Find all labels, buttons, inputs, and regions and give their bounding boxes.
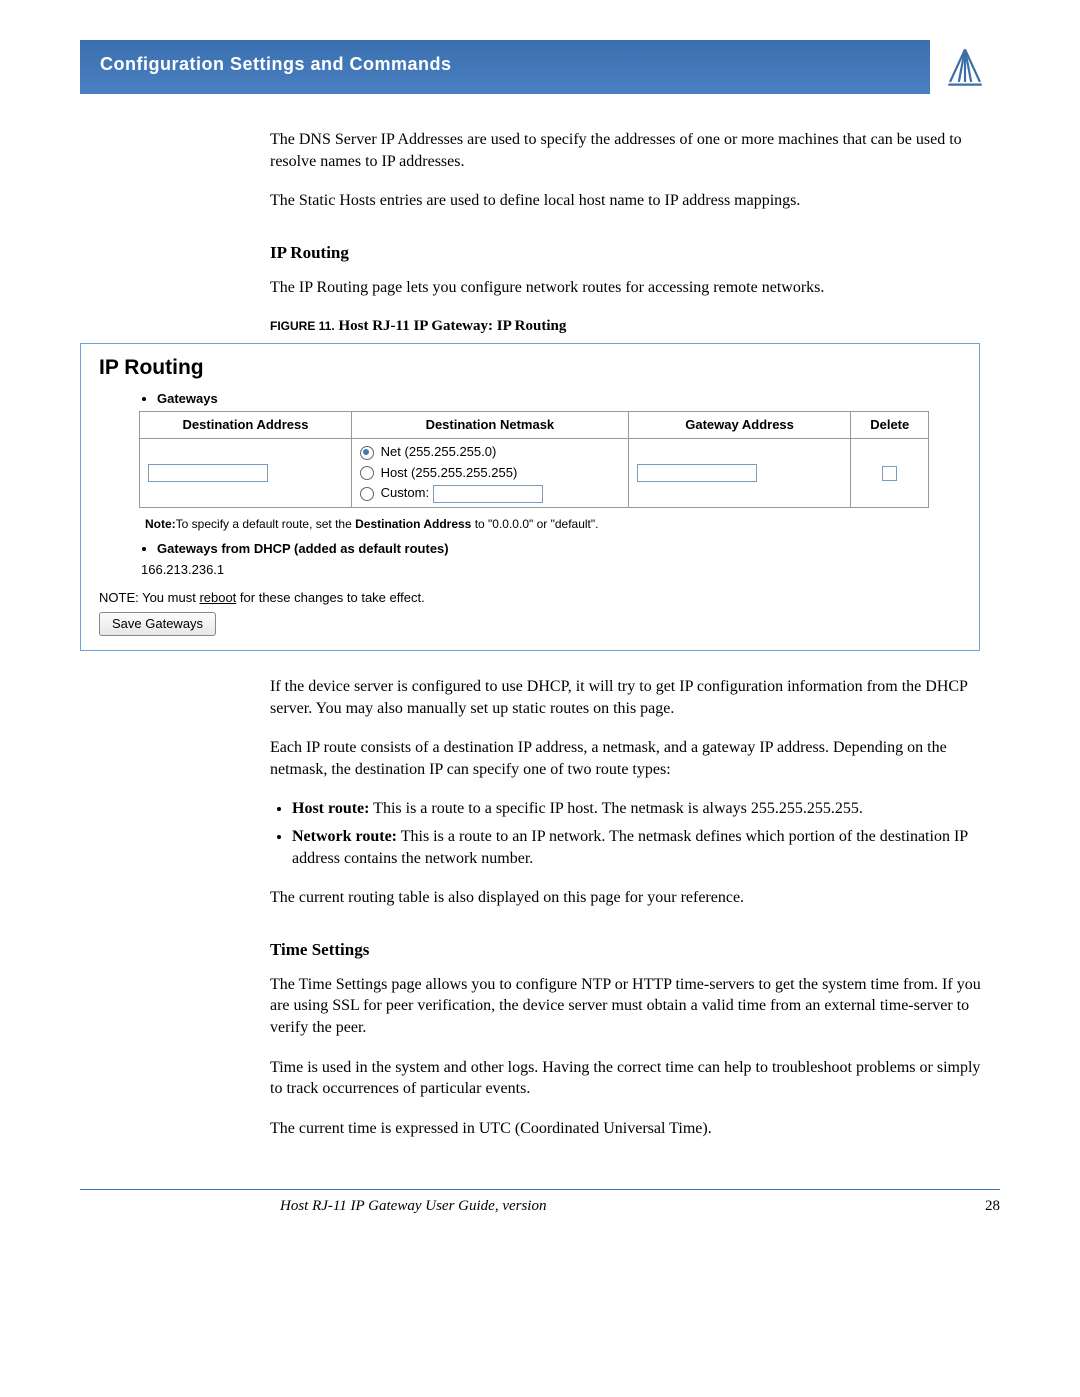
dhcp-info-paragraph: If the device server is configured to us… — [270, 676, 990, 719]
reboot-note: NOTE: You must reboot for these changes … — [99, 589, 961, 607]
netmask-radio-host[interactable] — [360, 466, 374, 480]
host-route-label: Host route: — [292, 800, 369, 817]
save-gateways-button[interactable]: Save Gateways — [99, 612, 216, 636]
dhcp-gateway-ip: 166.213.236.1 — [139, 561, 961, 579]
reboot-link[interactable]: reboot — [199, 590, 236, 605]
ip-routing-screenshot: IP Routing Gateways Destination Address … — [80, 343, 980, 651]
reboot-note-post: for these changes to take effect. — [236, 590, 424, 605]
th-gateway-address: Gateway Address — [628, 412, 851, 439]
figure-title: Host RJ-11 IP Gateway: IP Routing — [335, 318, 567, 334]
reboot-note-pre: NOTE: You must — [99, 590, 199, 605]
delete-checkbox[interactable] — [882, 466, 897, 481]
routing-table-paragraph: The current routing table is also displa… — [270, 887, 990, 909]
network-route-label: Network route: — [292, 828, 397, 845]
figure-label: FIGURE 11. — [270, 319, 335, 333]
ip-routing-intro: The IP Routing page lets you configure n… — [270, 277, 990, 299]
route-components-paragraph: Each IP route consists of a destination … — [270, 737, 990, 780]
figure-caption: FIGURE 11. Host RJ-11 IP Gateway: IP Rou… — [270, 316, 990, 336]
page-header: Configuration Settings and Commands — [80, 40, 1000, 94]
list-item-network-route: Network route: This is a route to an IP … — [292, 826, 990, 869]
ss-bullet-gateways: Gateways — [157, 390, 961, 408]
page-footer: Host RJ-11 IP Gateway User Guide, versio… — [80, 1198, 1000, 1235]
gateways-table: Destination Address Destination Netmask … — [139, 411, 929, 507]
note-bold: Destination Address — [355, 517, 471, 531]
netmask-host-label: Host (255.255.255.255) — [381, 465, 518, 480]
note-prefix: Note: — [145, 517, 176, 531]
th-destination-netmask: Destination Netmask — [352, 412, 629, 439]
note-rest: to "0.0.0.0" or "default". — [471, 517, 598, 531]
ip-routing-heading: IP Routing — [270, 242, 990, 265]
netmask-radio-custom[interactable] — [360, 487, 374, 501]
brand-logo-icon — [930, 40, 1000, 94]
ss-bullet-dhcp: Gateways from DHCP (added as default rou… — [157, 540, 961, 558]
netmask-radio-net[interactable] — [360, 446, 374, 460]
static-hosts-paragraph: The Static Hosts entries are used to def… — [270, 190, 990, 212]
dns-paragraph: The DNS Server IP Addresses are used to … — [270, 129, 990, 172]
time-p3: The current time is expressed in UTC (Co… — [270, 1118, 990, 1140]
time-settings-heading: Time Settings — [270, 939, 990, 962]
list-item-host-route: Host route: This is a route to a specifi… — [292, 798, 990, 820]
netmask-custom-label: Custom: — [381, 485, 429, 500]
default-route-note: Note:To specify a default route, set the… — [145, 516, 961, 532]
destination-address-input[interactable] — [148, 464, 268, 482]
header-title: Configuration Settings and Commands — [80, 40, 930, 94]
footer-doc-title: Host RJ-11 IP Gateway User Guide, versio… — [80, 1198, 546, 1215]
th-delete: Delete — [851, 412, 929, 439]
time-p2: Time is used in the system and other log… — [270, 1057, 990, 1100]
th-destination-address: Destination Address — [140, 412, 352, 439]
page-number: 28 — [985, 1198, 1000, 1215]
time-p1: The Time Settings page allows you to con… — [270, 974, 990, 1039]
route-types-list: Host route: This is a route to a specifi… — [270, 798, 990, 869]
note-text: To specify a default route, set the — [176, 517, 355, 531]
footer-rule — [80, 1189, 1000, 1190]
netmask-custom-input[interactable] — [433, 485, 543, 503]
host-route-text: This is a route to a specific IP host. T… — [369, 800, 862, 817]
ss-title: IP Routing — [99, 354, 961, 382]
netmask-net-label: Net (255.255.255.0) — [381, 444, 497, 459]
gateway-address-input[interactable] — [637, 464, 757, 482]
